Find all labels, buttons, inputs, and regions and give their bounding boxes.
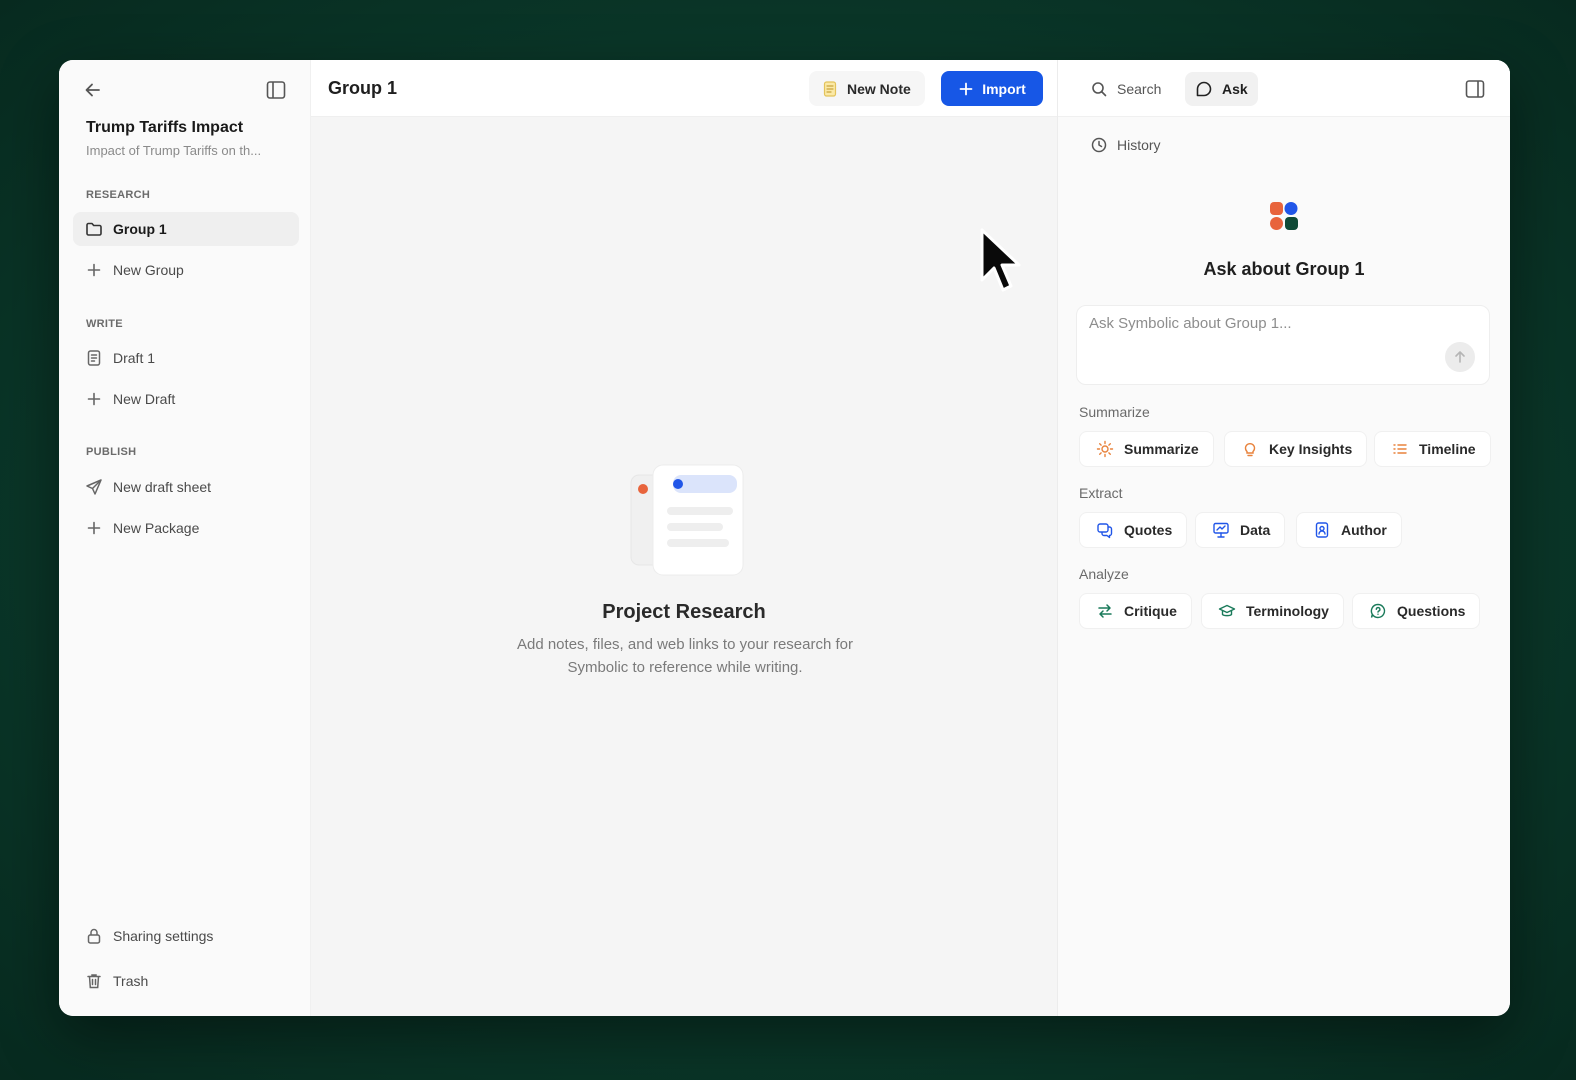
arrows-swap-icon	[1098, 604, 1112, 618]
search-icon	[1092, 82, 1107, 97]
chip-label: Data	[1240, 522, 1271, 538]
ask-panel: Search Ask History Ask about Group 1 Ask…	[1058, 60, 1510, 1016]
key-insights-button[interactable]: Key Insights	[1224, 431, 1368, 467]
plus-icon	[87, 392, 101, 406]
data-button[interactable]: Data	[1195, 512, 1286, 548]
question-bubble-icon	[1370, 603, 1386, 619]
chip-label: Timeline	[1419, 441, 1476, 457]
clock-icon	[1091, 137, 1107, 153]
sidebar-item-trash[interactable]: Trash	[73, 964, 299, 998]
chip-label: Critique	[1124, 603, 1177, 619]
ask-panel-header: Search Ask	[1058, 60, 1510, 117]
project-title: Trump Tariffs Impact	[86, 119, 244, 136]
group-label-summarize: Summarize	[1079, 404, 1150, 420]
sidebar-item-label: New Package	[113, 520, 200, 536]
timeline-button[interactable]: Timeline	[1374, 431, 1491, 467]
sidebar-item-draft-1[interactable]: Draft 1	[73, 341, 299, 375]
author-button[interactable]: Author	[1296, 512, 1402, 548]
arrow-left-icon[interactable]	[83, 80, 103, 100]
mouse-cursor-icon	[980, 228, 1021, 292]
quotes-button[interactable]: Quotes	[1079, 512, 1188, 548]
document-icon	[87, 350, 101, 366]
terminology-button[interactable]: Terminology	[1201, 593, 1344, 629]
history-label: History	[1117, 137, 1161, 153]
ask-title: Ask about Group 1	[1203, 259, 1365, 279]
sun-icon	[1096, 440, 1114, 458]
chip-label: Questions	[1397, 603, 1466, 619]
sidebar-item-group-1[interactable]: Group 1	[73, 212, 299, 246]
sidebar-item-label: Draft 1	[113, 350, 156, 366]
tab-search[interactable]: Search	[1080, 72, 1171, 106]
sidebar-item-label: Group 1	[113, 221, 167, 237]
main-content: Group 1 New Note Import Project Research…	[311, 60, 1058, 1016]
new-note-label: New Note	[847, 80, 911, 97]
list-icon	[1393, 444, 1407, 454]
chip-label: Summarize	[1124, 441, 1199, 457]
history-button[interactable]: History	[1090, 136, 1161, 154]
graduation-cap-icon	[1218, 604, 1236, 617]
sidebar-item-new-draft[interactable]: New Draft	[73, 382, 299, 416]
plus-icon	[959, 82, 973, 95]
critique-button[interactable]: Critique	[1079, 593, 1192, 629]
presentation-chart-icon	[1213, 522, 1229, 538]
import-button[interactable]: Import	[941, 71, 1043, 106]
tab-label: Search	[1117, 81, 1162, 97]
tab-ask[interactable]: Ask	[1185, 72, 1258, 106]
sidebar: Trump Tariffs Impact Impact of Trump Tar…	[59, 60, 311, 1016]
id-badge-icon	[1315, 522, 1329, 538]
section-label-publish: PUBLISH	[86, 446, 137, 458]
section-label-write: WRITE	[86, 318, 123, 330]
import-label: Import	[982, 80, 1026, 97]
chip-label: Key Insights	[1269, 441, 1353, 457]
trash-icon	[87, 974, 101, 989]
summarize-button[interactable]: Summarize	[1079, 431, 1214, 467]
send-icon	[86, 479, 102, 495]
symbolic-logo-icon	[1270, 202, 1298, 230]
main-header: Group 1 New Note Import	[311, 60, 1057, 117]
chat-bubble-icon	[1196, 81, 1212, 97]
chip-label: Author	[1341, 522, 1387, 538]
new-note-button[interactable]: New Note	[809, 71, 925, 106]
sidebar-item-label: New Draft	[113, 391, 176, 407]
sidebar-item-new-group[interactable]: New Group	[73, 253, 299, 287]
empty-state-description: Add notes, files, and web links to your …	[516, 636, 853, 676]
plus-icon	[87, 263, 101, 277]
sidebar-item-new-draft-sheet[interactable]: New draft sheet	[73, 470, 299, 504]
tab-label: Ask	[1222, 81, 1248, 97]
empty-state-title: Project Research	[602, 601, 766, 623]
questions-button[interactable]: Questions	[1352, 593, 1481, 629]
folder-icon	[86, 222, 102, 236]
sidebar-item-label: Trash	[113, 973, 149, 989]
sidebar-item-label: Sharing settings	[113, 928, 214, 944]
section-label-research: RESEARCH	[86, 189, 151, 201]
sidebar-toggle-icon[interactable]	[265, 79, 287, 101]
send-button[interactable]	[1445, 342, 1475, 372]
sidebar-item-new-package[interactable]: New Package	[73, 511, 299, 545]
project-subtitle: Impact of Trump Tariffs on th...	[86, 143, 262, 158]
research-illustration-icon	[630, 464, 744, 576]
group-label-extract: Extract	[1079, 485, 1123, 501]
chip-label: Terminology	[1246, 603, 1329, 619]
chip-label: Quotes	[1124, 522, 1173, 538]
sidebar-item-sharing-settings[interactable]: Sharing settings	[73, 919, 299, 953]
right-panel-toggle-icon[interactable]	[1464, 78, 1486, 100]
ask-input[interactable]	[1089, 315, 1429, 332]
ask-box	[1076, 305, 1490, 385]
sidebar-item-label: New Group	[113, 262, 184, 278]
lightbulb-icon	[1244, 443, 1256, 457]
sidebar-item-label: New draft sheet	[113, 479, 212, 495]
arrow-up-icon	[1455, 351, 1465, 363]
group-label-analyze: Analyze	[1079, 566, 1129, 582]
quote-bubble-icon	[1097, 523, 1113, 539]
page-title: Group 1	[328, 78, 398, 98]
plus-icon	[87, 521, 101, 535]
lock-icon	[87, 928, 101, 944]
note-icon	[823, 80, 837, 97]
app-window: Trump Tariffs Impact Impact of Trump Tar…	[59, 60, 1510, 1016]
